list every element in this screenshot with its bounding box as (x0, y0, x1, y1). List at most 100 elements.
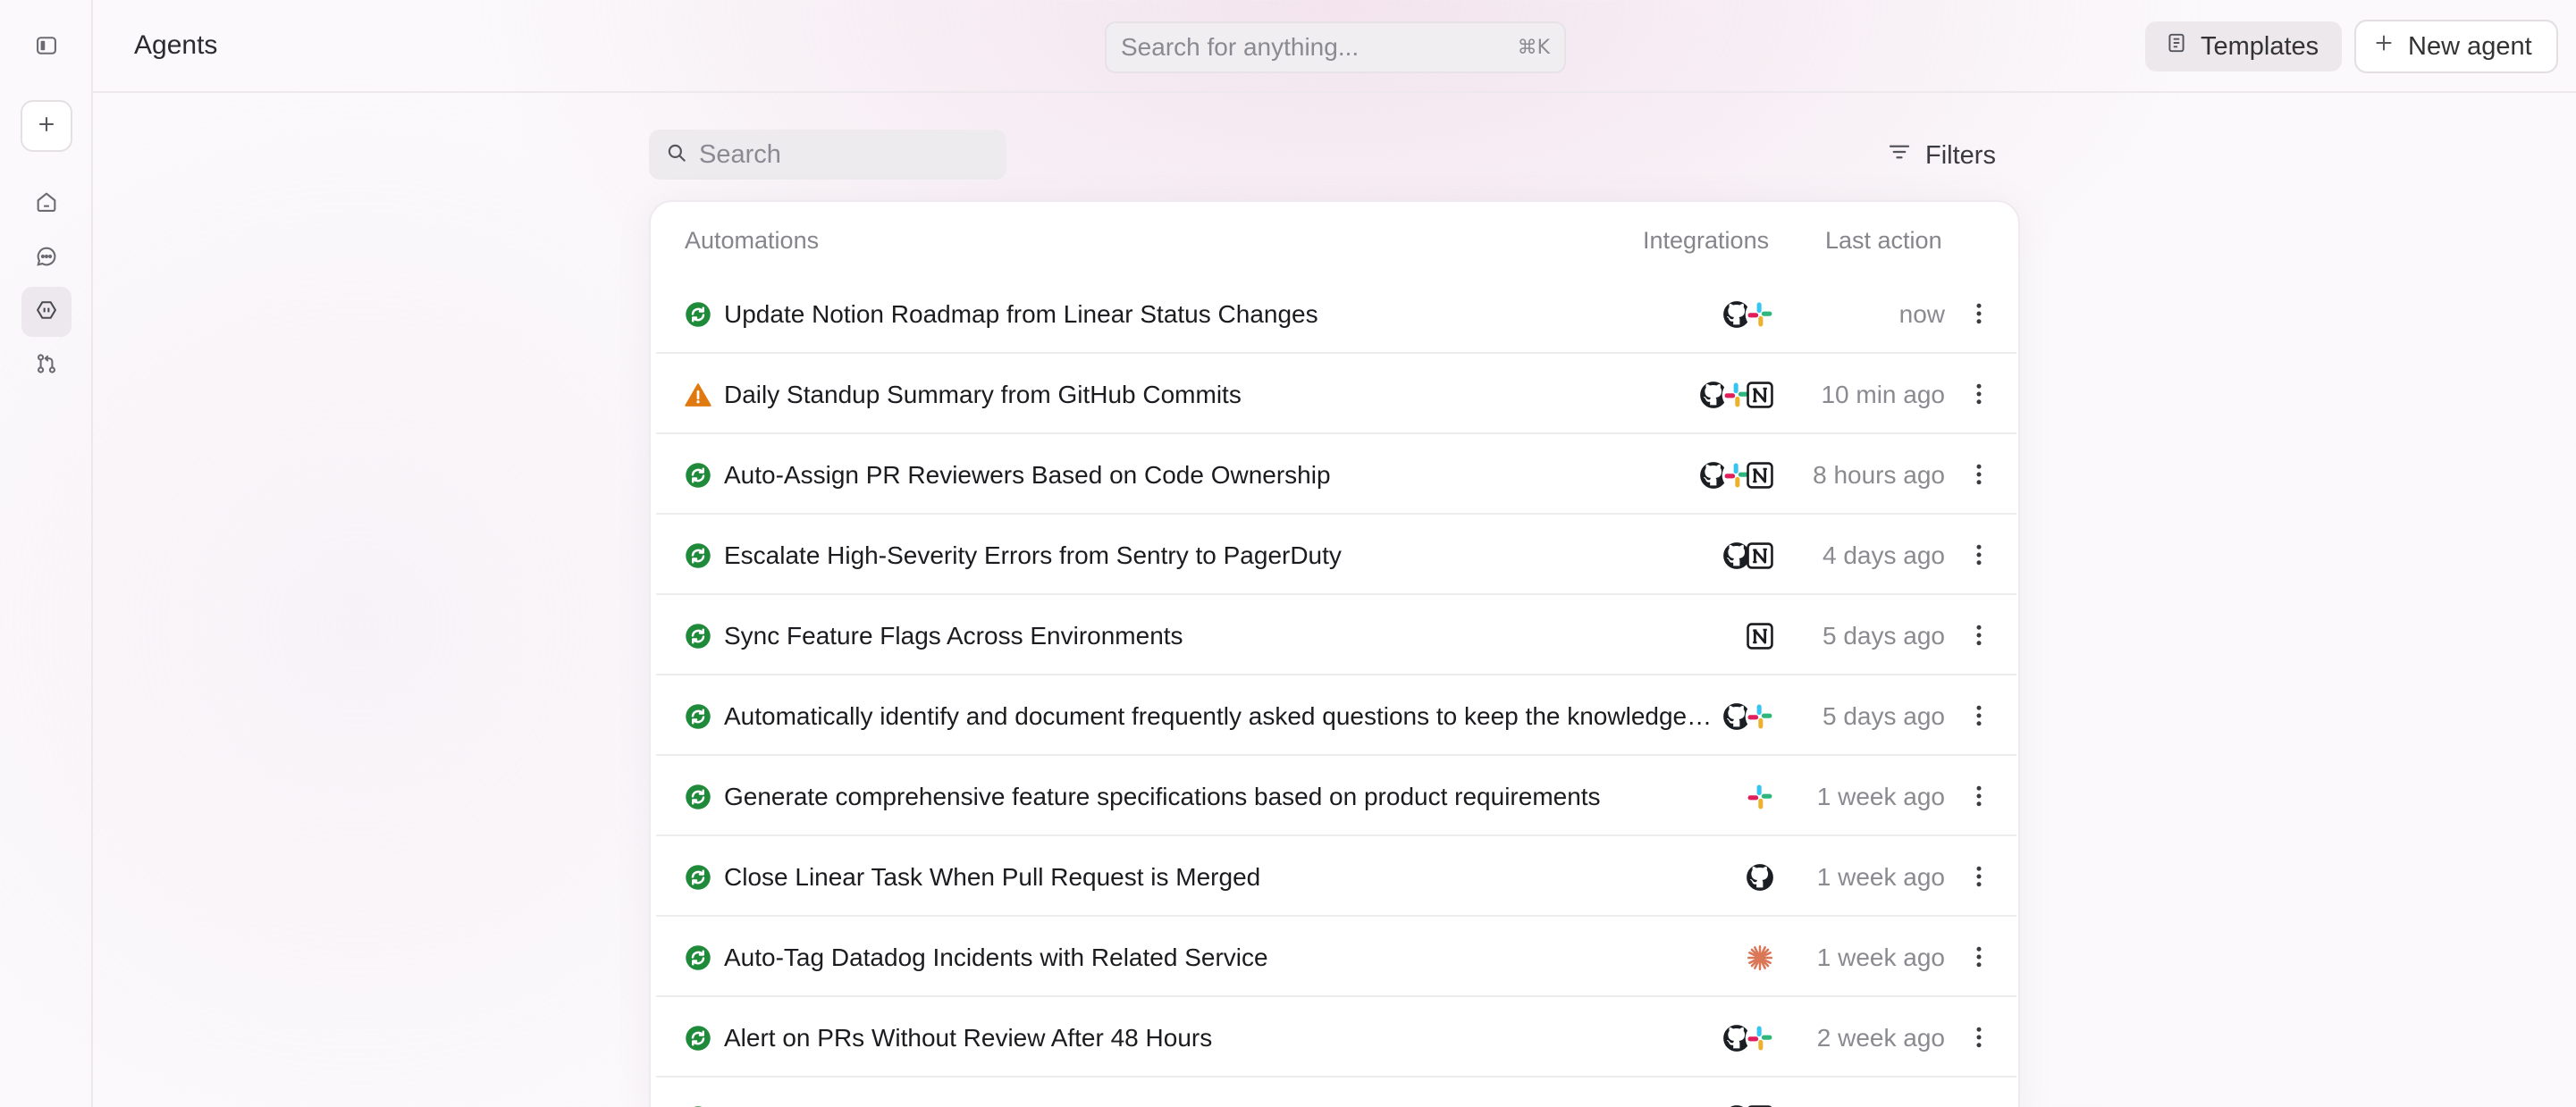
filters-label: Filters (1925, 140, 1996, 170)
sidebar-item-chat[interactable] (21, 233, 72, 283)
automation-name[interactable]: Generate comprehensive feature specifica… (724, 783, 1601, 811)
slack-icon (1745, 782, 1775, 812)
table-row[interactable]: Escalate High-Severity Errors from Sentr… (656, 515, 2016, 595)
integration-icons (1722, 539, 1775, 573)
more-options-icon[interactable] (1961, 1019, 1997, 1056)
integration-icons (1698, 378, 1775, 412)
toggle-sidebar-button[interactable] (21, 22, 72, 72)
integration-icons (1745, 780, 1775, 814)
sidebar-item-agents[interactable] (21, 287, 72, 337)
home-icon (34, 189, 59, 219)
integration-icons (1722, 298, 1775, 331)
column-header-automations: Automations (685, 227, 820, 254)
top-bar: Agents ⌘K Templates New agent (93, 0, 2576, 93)
global-search-input[interactable] (1121, 33, 1518, 62)
table-row[interactable]: Automatically identify and document freq… (656, 675, 2016, 756)
notion-icon (1745, 460, 1775, 491)
more-options-icon[interactable] (1961, 777, 1997, 815)
global-search[interactable]: ⌘K (1105, 21, 1566, 73)
notion-icon (1745, 621, 1775, 651)
claude-icon (1745, 943, 1775, 973)
sidebar-item-pull-requests[interactable] (21, 340, 72, 390)
automation-name[interactable]: Daily Standup Summary from GitHub Commit… (724, 381, 1242, 409)
more-options-icon[interactable] (1961, 616, 1997, 654)
templates-label: Templates (2201, 31, 2319, 61)
last-action-time: 1 week ago (1816, 863, 1945, 891)
table-row[interactable]: Escalate High-Severity Errors from Sentr… (656, 1078, 2016, 1107)
document-icon (2165, 31, 2188, 62)
filter-icon (1886, 138, 1913, 172)
automation-name[interactable]: Auto-Assign PR Reviewers Based on Code O… (724, 461, 1331, 490)
integration-icons (1698, 458, 1775, 492)
integration-icons (1722, 700, 1775, 734)
search-icon (665, 141, 688, 169)
automation-name[interactable]: Sync Feature Flags Across Environments (724, 622, 1183, 650)
status-active-icon (685, 301, 711, 328)
automations-search-input[interactable] (699, 139, 1036, 170)
more-options-icon[interactable] (1961, 456, 1997, 493)
page-title: Agents (134, 30, 218, 60)
table-row[interactable]: Update Notion Roadmap from Linear Status… (656, 273, 2016, 354)
table-row[interactable]: Alert on PRs Without Review After 48 Hou… (656, 997, 2016, 1078)
last-action-time: 2 week ago (1816, 1024, 1945, 1052)
integration-icons (1745, 619, 1775, 653)
plus-icon (34, 112, 59, 141)
more-options-icon[interactable] (1961, 697, 1997, 734)
notion-icon (1745, 541, 1775, 571)
status-active-icon (685, 1025, 711, 1052)
automation-name[interactable]: Auto-Tag Datadog Incidents with Related … (724, 943, 1268, 972)
plus-icon (2372, 31, 2395, 62)
more-options-icon[interactable] (1961, 295, 1997, 332)
more-options-icon[interactable] (1961, 375, 1997, 413)
last-action-time: 5 days ago (1823, 702, 1945, 730)
warning-icon (685, 382, 711, 408)
sidebar (0, 0, 93, 1107)
slack-icon (1745, 299, 1775, 330)
more-options-icon[interactable] (1961, 858, 1997, 895)
table-row[interactable]: Auto-Assign PR Reviewers Based on Code O… (656, 434, 2016, 515)
automation-name[interactable]: Automatically identify and document freq… (724, 702, 1716, 731)
sidebar-panel-icon (34, 33, 59, 63)
integration-icons (1722, 1021, 1775, 1055)
column-header-last-action: Last action (1825, 227, 1942, 254)
status-active-icon (685, 542, 711, 569)
table-row[interactable]: Sync Feature Flags Across Environments 5 … (656, 595, 2016, 675)
automation-name[interactable]: Update Notion Roadmap from Linear Status… (724, 300, 1318, 329)
automations-table: Automations Integrations Last action Upd… (649, 200, 2020, 1107)
integration-icons (1745, 860, 1775, 894)
new-button[interactable] (21, 100, 72, 152)
status-active-icon (685, 462, 711, 489)
git-pull-request-icon (34, 351, 59, 381)
table-row[interactable]: Generate comprehensive feature specifica… (656, 756, 2016, 836)
new-agent-label: New agent (2408, 31, 2532, 61)
notion-icon (1745, 380, 1775, 410)
sidebar-item-home[interactable] (21, 179, 72, 229)
automation-name[interactable]: Close Linear Task When Pull Request is M… (724, 863, 1260, 892)
new-agent-button[interactable]: New agent (2354, 20, 2558, 73)
last-action-time: 10 min ago (1821, 381, 1945, 408)
last-action-time: now (1898, 300, 1945, 328)
integration-icons (1722, 1102, 1775, 1107)
more-options-icon[interactable] (1961, 938, 1997, 976)
more-options-icon[interactable] (1961, 1099, 1997, 1107)
chat-bubble-icon (34, 244, 59, 273)
slack-icon (1745, 1023, 1775, 1053)
automation-name[interactable]: Escalate High-Severity Errors from Sentr… (724, 541, 1342, 570)
status-active-icon (685, 944, 711, 971)
status-active-icon (685, 784, 711, 810)
integration-icons (1745, 941, 1775, 975)
table-row[interactable]: Daily Standup Summary from GitHub Commit… (656, 354, 2016, 434)
status-active-icon (685, 703, 711, 730)
automations-search[interactable] (649, 130, 1036, 180)
table-row[interactable]: Auto-Tag Datadog Incidents with Related … (656, 917, 2016, 997)
last-action-time: 5 days ago (1823, 622, 1945, 650)
notion-icon (1745, 1103, 1775, 1107)
filters-button[interactable]: Filters (1886, 136, 1996, 175)
last-action-time: 4 days ago (1823, 541, 1945, 569)
table-row[interactable]: Close Linear Task When Pull Request is M… (656, 836, 2016, 917)
more-options-icon[interactable] (1961, 536, 1997, 574)
automation-name[interactable]: Alert on PRs Without Review After 48 Hou… (724, 1024, 1212, 1052)
column-header-integrations: Integrations (1643, 227, 1770, 254)
templates-button[interactable]: Templates (2145, 21, 2342, 71)
table-header: Automations Integrations Last action (651, 202, 2018, 273)
